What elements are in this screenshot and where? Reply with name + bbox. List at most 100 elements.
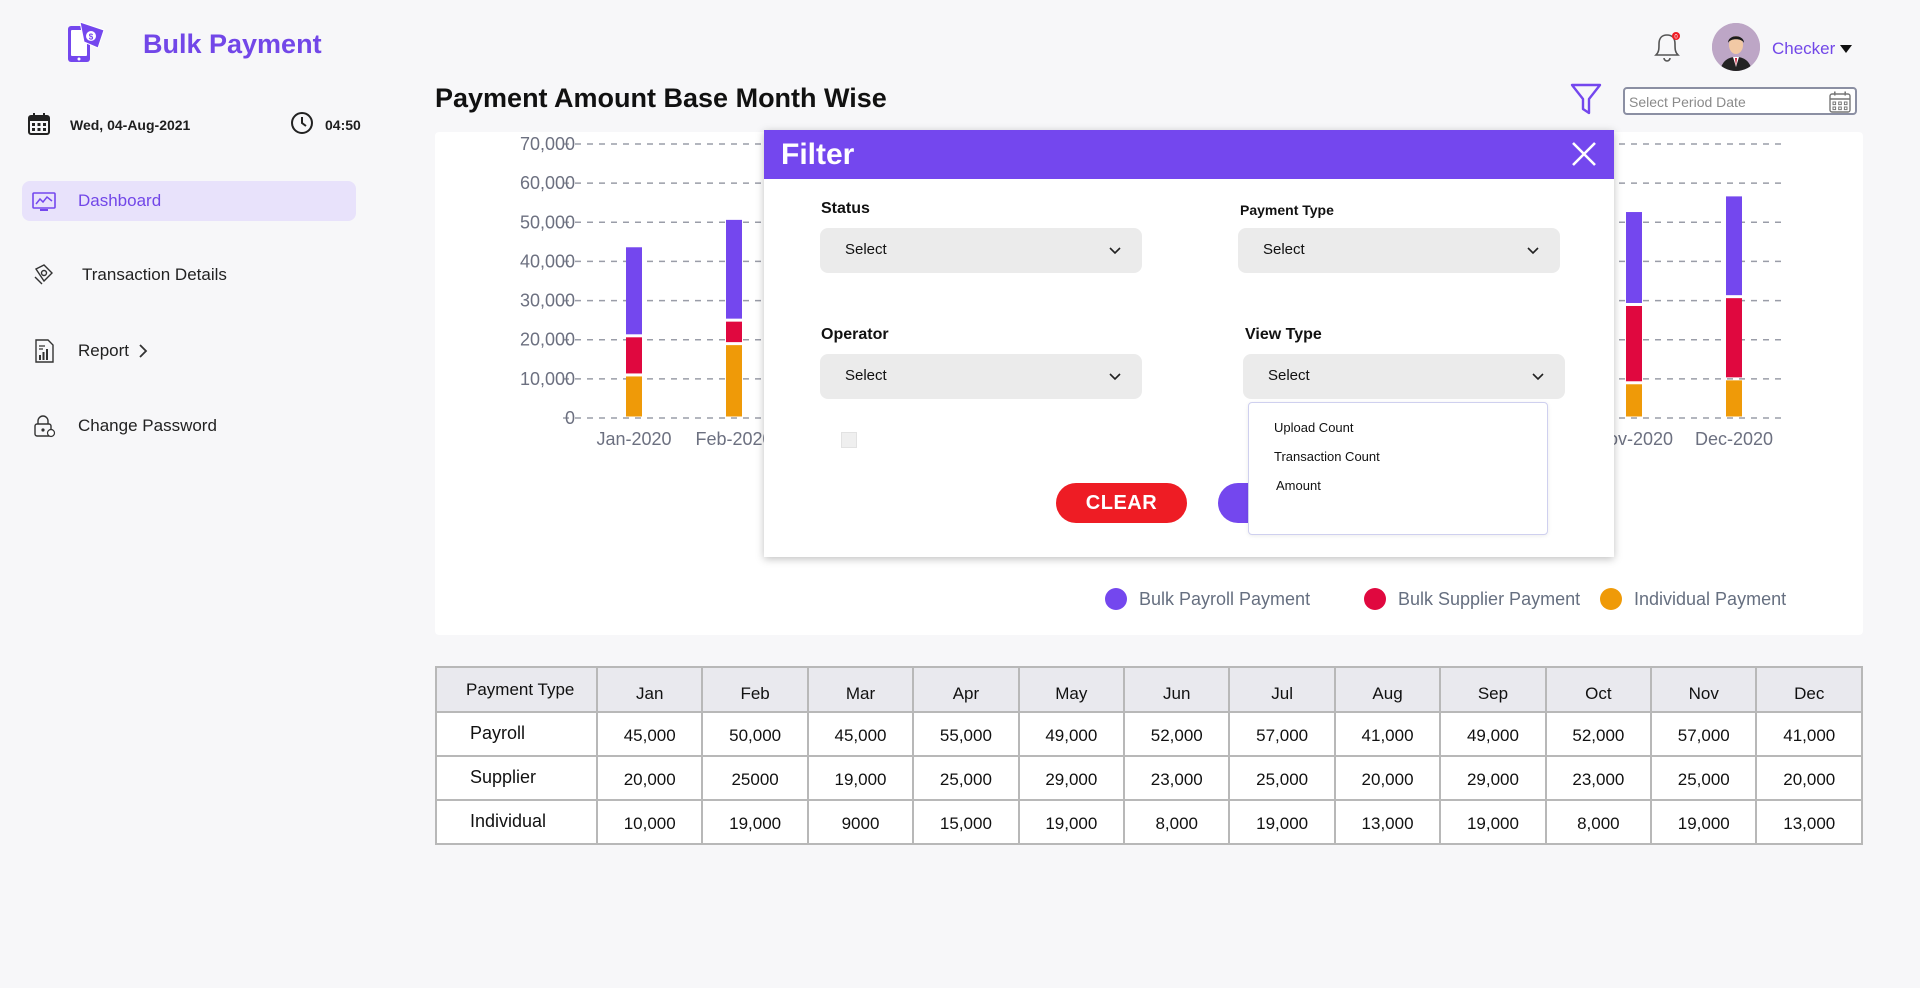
lock-icon <box>34 415 56 438</box>
table-cell: Payroll <box>435 711 598 757</box>
legend-swatch <box>1600 588 1622 610</box>
x-tick-label: Jan-2020 <box>596 429 671 449</box>
table-cell: 20,000 <box>1333 755 1442 801</box>
table-cell: 25,000 <box>1650 755 1758 801</box>
filter-checkbox[interactable] <box>841 432 857 448</box>
bar-segment[interactable] <box>1726 380 1742 417</box>
filter-modal-title: Filter <box>781 138 855 171</box>
page-title: Payment Amount Base Month Wise <box>435 83 887 113</box>
current-time: 04:50 <box>325 117 361 133</box>
y-tick-label: 60,000 <box>520 173 575 193</box>
payment-type-select-value: Select <box>1263 241 1305 258</box>
table-cell: 52,000 <box>1544 711 1653 757</box>
bar-segment[interactable] <box>626 337 642 374</box>
table-cell: 49,000 <box>1017 711 1126 757</box>
bar-segment[interactable] <box>1726 298 1742 378</box>
table-cell: 19,000 <box>1017 799 1126 845</box>
table-cell: 19,000 <box>1228 799 1336 845</box>
clock-icon <box>291 112 313 134</box>
table-cell: 25,000 <box>1228 755 1336 801</box>
bar-segment[interactable] <box>1626 212 1642 303</box>
table-cell: 41,000 <box>1333 711 1442 757</box>
bar-segment[interactable] <box>626 247 642 335</box>
table-cell: 20,000 <box>1755 755 1863 801</box>
chevron-down-icon <box>1532 373 1544 381</box>
y-tick-label: 20,000 <box>520 330 575 350</box>
view-type-label: View Type <box>1245 326 1322 343</box>
user-avatar[interactable] <box>1712 23 1760 71</box>
clear-button[interactable]: CLEAR <box>1056 483 1187 523</box>
status-select-value: Select <box>845 241 887 258</box>
y-tick-label: 70,000 <box>520 134 575 154</box>
table-cell: 10,000 <box>595 799 704 845</box>
table-header-cell: Apr <box>912 666 1020 713</box>
payment-summary-table: Payment Type Jan Feb Mar Apr May Jun Jul Aug Sep O… <box>435 666 1863 845</box>
table-cell: 57,000 <box>1650 711 1758 757</box>
table-row: Individual 10,000 19,000 9000 15,000 19,000 8,… <box>435 799 1863 845</box>
table-cell: 25,000 <box>912 755 1020 801</box>
table-cell: 41,000 <box>1755 711 1863 757</box>
period-date-input[interactable] <box>1629 92 1819 112</box>
table-cell: Supplier <box>435 755 598 801</box>
legend-swatch <box>1105 588 1127 610</box>
calendar-icon <box>28 113 50 135</box>
y-tick-label: 40,000 <box>520 251 575 271</box>
view-type-option-amount[interactable]: Amount <box>1276 478 1321 493</box>
bar-segment[interactable] <box>1726 196 1742 296</box>
status-label: Status <box>821 200 870 217</box>
table-header-cell: Jun <box>1123 666 1231 713</box>
bar-segment[interactable] <box>726 345 742 417</box>
table-cell: 19,000 <box>701 799 809 845</box>
calendar-icon[interactable] <box>1829 91 1851 113</box>
y-tick-label: 0 <box>565 408 575 428</box>
filter-icon[interactable] <box>1570 82 1602 116</box>
caret-down-icon[interactable] <box>1839 44 1853 54</box>
view-type-option-upload-count[interactable]: Upload Count <box>1274 420 1354 435</box>
view-type-option-transaction-count[interactable]: Transaction Count <box>1274 449 1380 464</box>
payment-type-label: Payment Type <box>1240 202 1334 218</box>
x-tick-label: Feb-2020 <box>695 429 772 449</box>
chevron-right-icon <box>139 344 148 358</box>
notification-bell-icon[interactable]: 0 <box>1650 28 1684 64</box>
legend-item: Bulk Payroll Payment <box>1105 588 1310 610</box>
bar-segment[interactable] <box>726 219 742 319</box>
table-cell: 15,000 <box>912 799 1020 845</box>
legend-label: Individual Payment <box>1634 588 1787 609</box>
bar-segment[interactable] <box>1626 384 1642 417</box>
status-select[interactable]: Select <box>820 228 1142 273</box>
table-cell: 13,000 <box>1333 799 1442 845</box>
legend-label: Bulk Payroll Payment <box>1139 588 1311 609</box>
close-icon[interactable] <box>1570 140 1598 168</box>
app-title: Bulk Payment <box>143 29 322 59</box>
app-root: $ Bulk Payment Wed, 04-Aug-2021 04:50 Da… <box>0 0 1920 988</box>
legend-item: Bulk Supplier Payment <box>1364 588 1580 610</box>
operator-select-value: Select <box>845 367 887 384</box>
table-cell: 19,000 <box>1650 799 1758 845</box>
payment-type-select[interactable]: Select <box>1238 228 1560 273</box>
period-date-picker[interactable] <box>1623 87 1857 115</box>
table-cell: 55,000 <box>912 711 1020 757</box>
bar-segment[interactable] <box>726 321 742 343</box>
table-cell: 29,000 <box>1439 755 1547 801</box>
table-cell: 29,000 <box>1017 755 1126 801</box>
sidebar-item-change-password[interactable]: Change Password <box>22 406 356 446</box>
table-row: Supplier 20,000 25000 19,000 25,000 29,000 23,… <box>435 755 1863 801</box>
table-header-cell: Jul <box>1228 666 1336 713</box>
view-type-select[interactable]: Select <box>1243 354 1565 399</box>
legend-item: Individual Payment <box>1600 588 1786 610</box>
bar-segment[interactable] <box>1626 305 1642 382</box>
sidebar-item-label: Dashboard <box>78 191 162 210</box>
svg-text:$: $ <box>89 33 94 42</box>
view-type-select-value: Select <box>1268 367 1310 384</box>
sidebar-item-transaction-details[interactable]: Transaction Details <box>22 255 356 295</box>
y-tick-label: 10,000 <box>520 369 575 389</box>
user-name[interactable]: Checker <box>1772 39 1835 59</box>
sidebar-item-dashboard[interactable]: Dashboard <box>22 181 356 221</box>
table-cell: 23,000 <box>1544 755 1653 801</box>
operator-select[interactable]: Select <box>820 354 1142 399</box>
date-time-bar: Wed, 04-Aug-2021 04:50 <box>28 110 363 140</box>
bar-segment[interactable] <box>626 376 642 417</box>
sidebar-item-report[interactable]: Report <box>22 331 356 371</box>
user-portrait-icon <box>1712 23 1760 71</box>
table-header-cell: Dec <box>1755 666 1863 713</box>
